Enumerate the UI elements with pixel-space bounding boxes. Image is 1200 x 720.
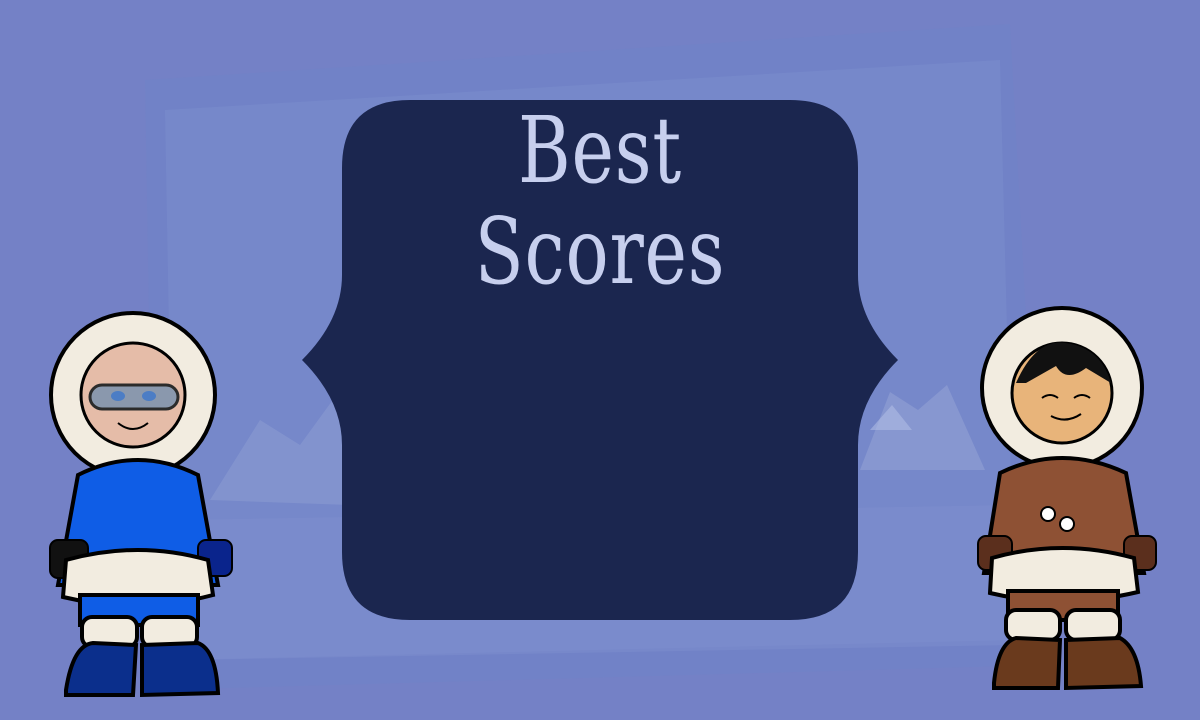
game-screen: Best Scores [0, 0, 1200, 720]
scores-list [390, 250, 810, 580]
eskimo-character-left [49, 311, 233, 698]
eskimo-character-right [977, 306, 1157, 691]
